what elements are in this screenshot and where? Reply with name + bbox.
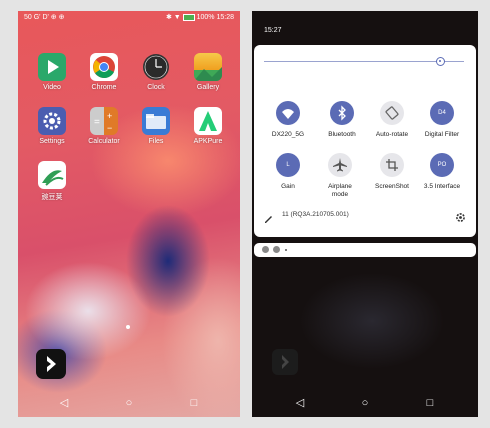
tile-wifi[interactable]: DX220_5G [260,101,316,139]
home-button[interactable]: ○ [359,397,371,409]
rotate-icon [380,101,404,125]
clock-icon [142,53,170,81]
status-left: 50 G' D' ⊕ ⊕ [24,14,65,21]
app-files[interactable]: Files [131,107,181,145]
quick-settings-screen: 15:27 DX220_5G Bluetooth Auto-rotate D4 … [252,11,478,417]
build-number: 11 (RQ3A.210705.001) [282,211,349,218]
app-label: Gallery [196,84,220,91]
back-button[interactable]: ◁ [58,397,70,409]
notification-app-icon [273,246,280,253]
chrome-icon [90,53,118,81]
tile-label: 3.5 Interface [423,183,461,190]
gallery-icon [194,53,222,81]
app-label: Calculator [88,138,120,145]
dock-app-icon[interactable] [36,349,66,379]
interface-icon: PO [430,153,454,177]
notification-app-icon [262,246,269,253]
edit-icon[interactable] [263,211,273,223]
nav-bar: ◁ ○ □ [18,389,240,417]
app-video[interactable]: Video [27,53,77,91]
wandoujia-icon [38,161,66,189]
tile-auto-rotate[interactable]: Auto-rotate [364,101,420,139]
tile-digital-filter[interactable]: D4 Digital Filter [414,101,470,139]
app-settings[interactable]: Settings [27,107,77,145]
filter-icon: D4 [430,101,454,125]
status-right: ✱ ▼ 100% 15:28 [165,13,234,21]
status-bar: 50 G' D' ⊕ ⊕ ✱ ▼ 100% 15:28 [18,11,240,25]
recents-button[interactable]: □ [188,397,200,409]
app-label: Chrome [91,84,117,91]
recents-button[interactable]: □ [424,397,436,409]
shade-time: 15:27 [264,27,282,34]
wifi-status-icon: ▼ [173,14,181,21]
svg-text:+: + [107,111,112,121]
gain-icon: L [276,153,300,177]
app-calculator[interactable]: = + − Calculator [79,107,129,145]
bluetooth-icon [330,101,354,125]
airplane-icon [328,153,352,177]
tile-gain[interactable]: L Gain [260,153,316,191]
app-wandoujia[interactable]: 豌豆荚 [27,161,77,202]
tile-3-5-interface[interactable]: PO 3.5 Interface [414,153,470,191]
svg-text:−: − [107,123,112,133]
notification-strip[interactable] [254,243,476,257]
svg-text:=: = [94,117,100,128]
app-label: Video [43,84,61,91]
brightness-thumb[interactable] [435,57,445,66]
apkpure-icon [194,107,222,135]
folder-icon [142,107,170,135]
play-icon [38,53,66,81]
app-label: Files [148,138,164,145]
bluetooth-status-icon: ✱ [165,14,172,21]
settings-gear-icon[interactable] [455,210,466,222]
more-dot-icon [285,249,287,251]
tile-screenshot[interactable]: ScreenShot [364,153,420,191]
app-label: Clock [147,84,165,91]
brightness-track [264,61,464,62]
page-indicator [126,325,130,329]
app-clock[interactable]: Clock [131,53,181,91]
dimmed-dock-app-icon [272,349,298,375]
back-button[interactable]: ◁ [294,397,306,409]
screenshot-icon [380,153,404,177]
gear-icon [38,107,66,135]
home-screen: 50 G' D' ⊕ ⊕ ✱ ▼ 100% 15:28 Video Chrome… [18,11,240,417]
app-apkpure[interactable]: APKPure [183,107,233,145]
wifi-icon [276,101,300,125]
calculator-icon: = + − [90,107,118,135]
tile-label: Digital Filter [424,131,460,138]
tile-label: Bluetooth [328,131,356,138]
tile-bluetooth[interactable]: Bluetooth [314,101,370,139]
tile-label: DX220_5G [271,131,305,138]
tile-label: ScreenShot [375,183,409,190]
player-logo-icon [47,356,56,372]
tile-airplane-mode[interactable]: Airplane mode [312,153,368,199]
nav-bar: ◁ ○ □ [252,389,478,417]
tile-label: Airplane mode [328,183,352,198]
app-label: Settings [39,138,65,145]
tile-label: Auto-rotate [375,131,409,138]
battery-icon [182,13,195,21]
brightness-slider[interactable] [264,57,464,67]
app-chrome[interactable]: Chrome [79,53,129,91]
app-label: 豌豆荚 [41,194,63,201]
app-gallery[interactable]: Gallery [183,53,233,91]
tile-label: Gain [281,183,295,190]
app-label: APKPure [193,138,223,145]
home-button[interactable]: ○ [123,397,135,409]
quick-settings-panel: DX220_5G Bluetooth Auto-rotate D4 Digita… [254,45,476,237]
